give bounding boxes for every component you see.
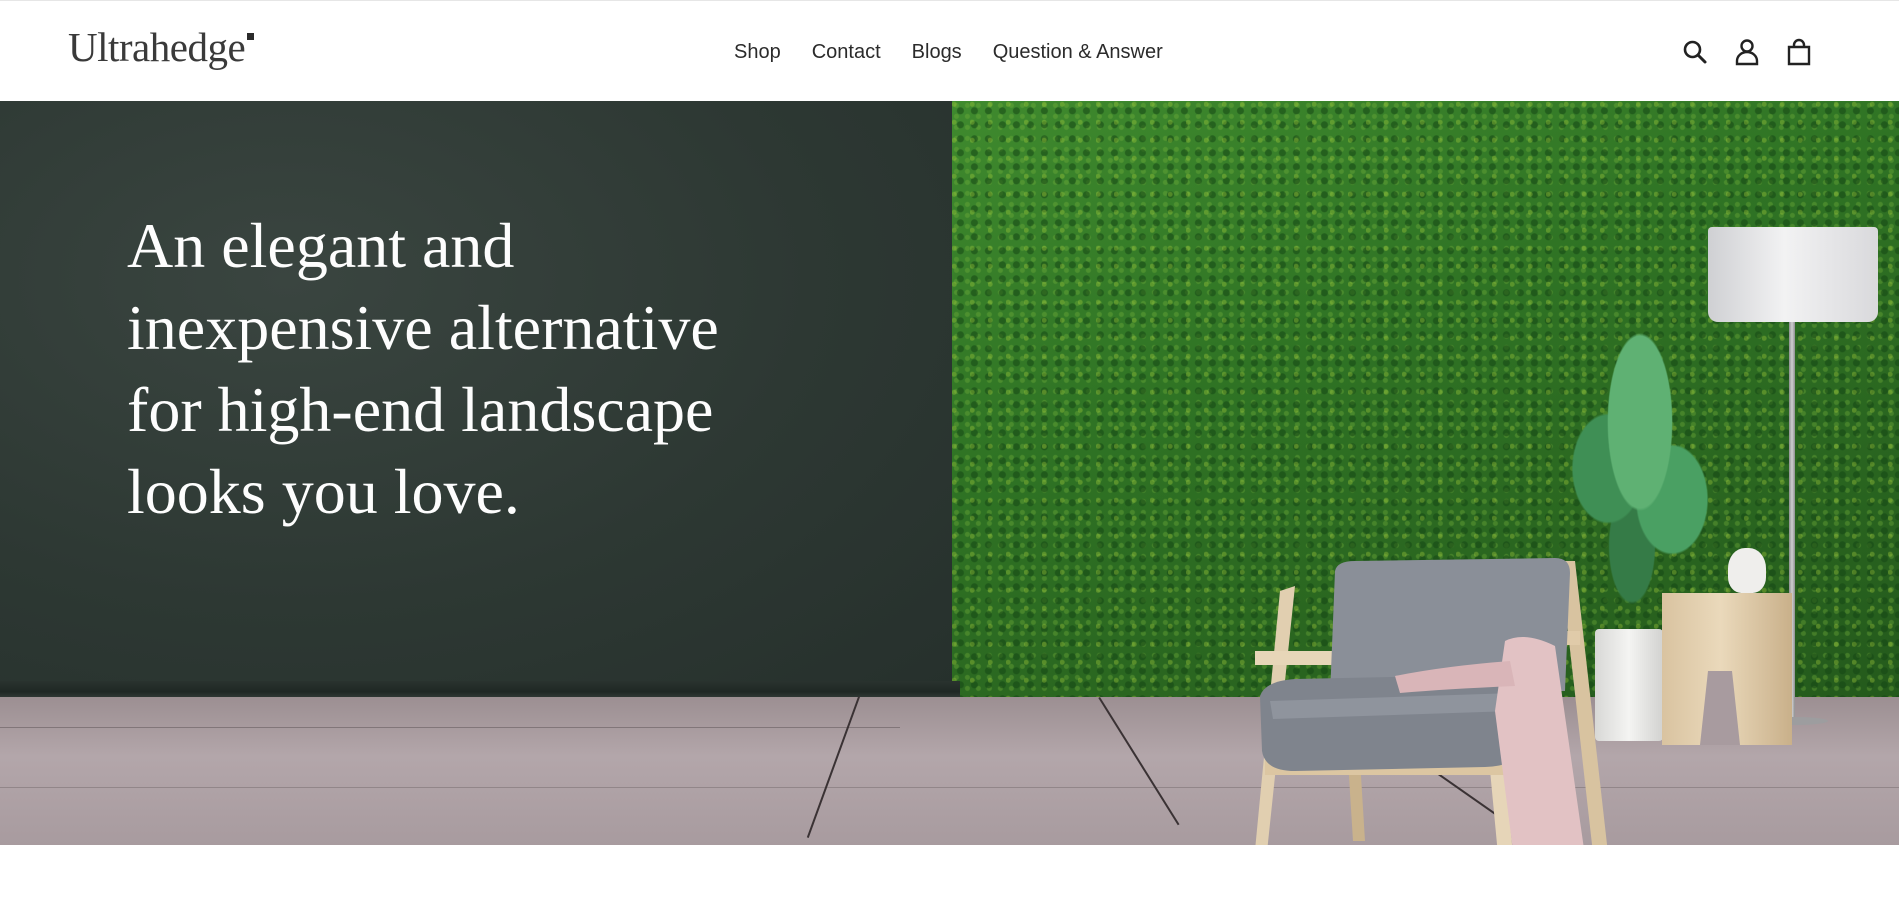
logo[interactable]: Ultrahedge <box>68 27 246 68</box>
headline-line: looks you love. <box>127 456 520 527</box>
logo-mark <box>247 33 254 40</box>
site-header: Ultrahedge Shop Contact Blogs Question &… <box>0 0 1899 101</box>
account-icon[interactable] <box>1731 35 1763 69</box>
cart-icon[interactable] <box>1783 35 1815 69</box>
nav-link-blogs[interactable]: Blogs <box>912 39 962 65</box>
nav-link-question-answer[interactable]: Question & Answer <box>993 39 1163 65</box>
floor-lamp-shade <box>1708 227 1878 322</box>
headline-line: inexpensive alternative <box>127 292 719 363</box>
nav-link-shop[interactable]: Shop <box>734 39 781 65</box>
hero-headline: An elegant and inexpensive alternative f… <box>127 205 827 533</box>
search-icon[interactable] <box>1679 35 1711 69</box>
hero-banner: An elegant and inexpensive alternative f… <box>0 101 1899 845</box>
main-nav: Shop Contact Blogs Question & Answer <box>734 39 1194 65</box>
white-vase <box>1728 548 1766 593</box>
header-icons <box>1659 35 1815 69</box>
nav-link-contact[interactable]: Contact <box>812 39 881 65</box>
page-bottom <box>0 845 1899 899</box>
headline-line: for high-end landscape <box>127 374 714 445</box>
armchair <box>1255 558 1608 845</box>
headline-line: An elegant and <box>127 210 515 281</box>
